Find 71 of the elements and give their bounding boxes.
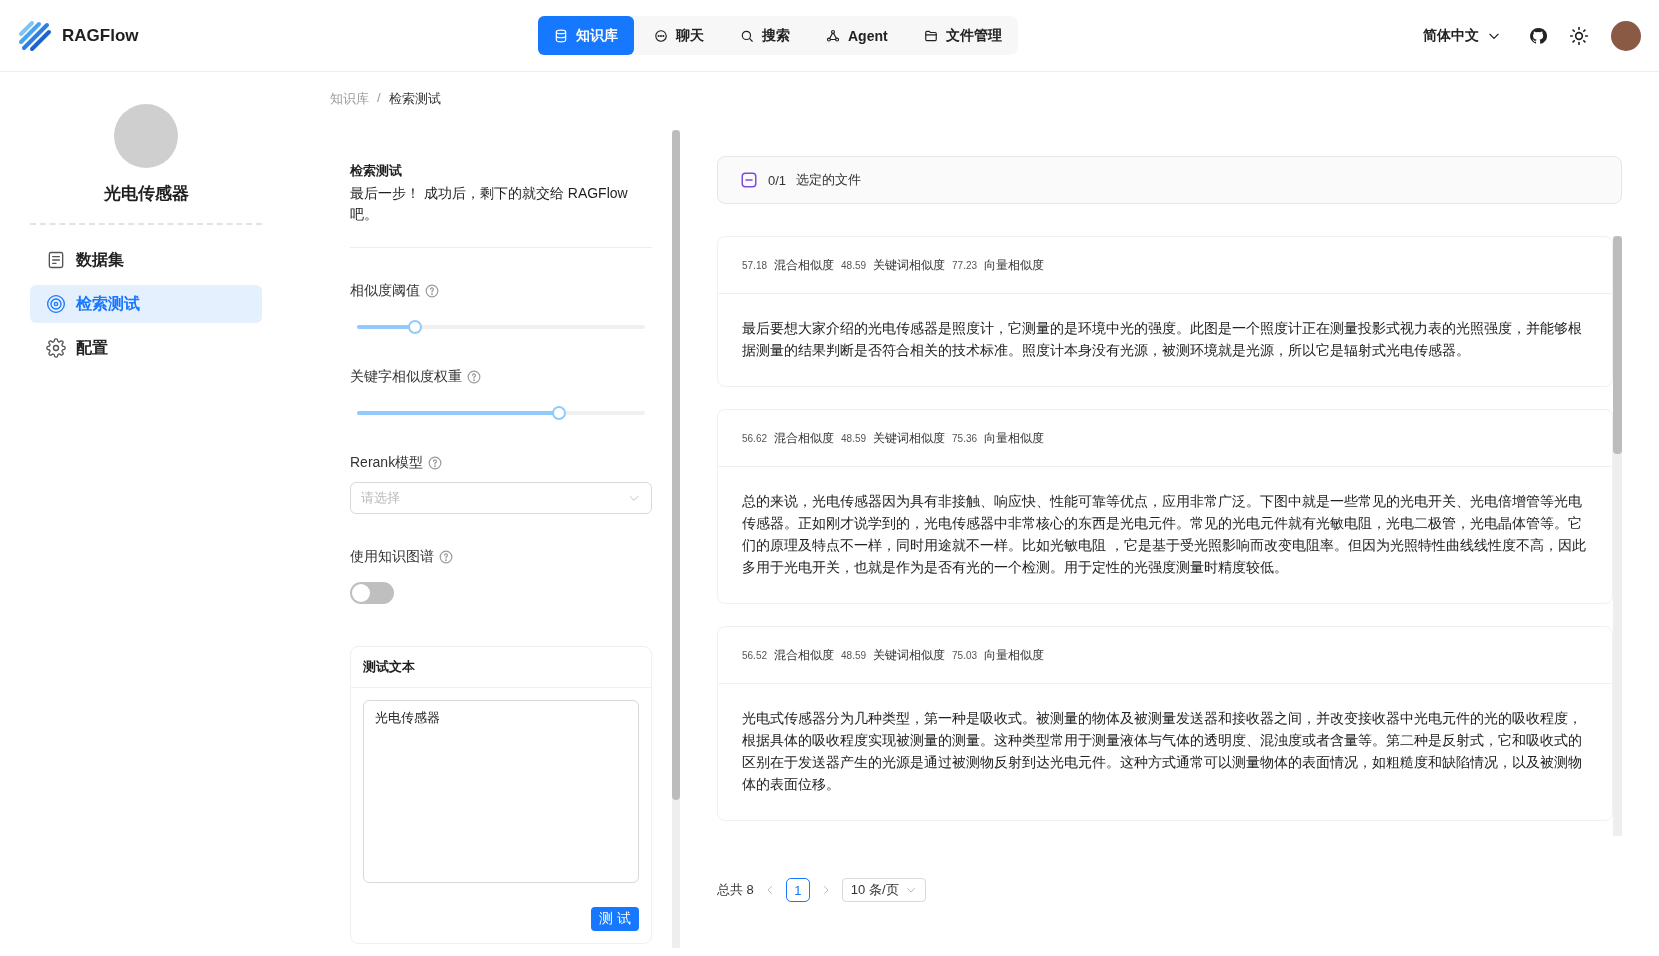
score-label: 向量相似度: [984, 429, 1045, 447]
chunk-text: 总的来说，光电传感器因为具有非接触、响应快、性能可靠等优点，应用非常广泛。下图中就是一些常见的光电开关、光电倍增管等光电传感器。正如刚才说学到的，光电传感器中非常核心的东西是光电元件。常见的光电元件就有光敏电阻，光电二极管，光电晶体管等。它们的原理及特点不一样，同时用途就不一样。比如光敏电阻 ，它是基于受光照影响而改变电阻率。但因为光照特性曲线线性度不高，因此多用于光电开关，也就是作为是否有光的一个检测。用于定性的光强度测量时精度较低。: [741, 493, 1587, 577]
score-label: 关键词相似度: [873, 429, 946, 447]
page-size-select[interactable]: 10 条/页: [841, 878, 926, 902]
document-icon: [46, 250, 66, 270]
card-title: 测试文本: [351, 647, 651, 688]
app-name: RAGFlow: [62, 25, 139, 46]
nav-tab[interactable]: 聊天: [638, 16, 720, 55]
database-icon: [554, 28, 568, 43]
field-label: 相似度阈值: [350, 282, 420, 300]
select-placeholder: 请选择: [361, 489, 400, 507]
section-description: 最后一步！ 成功后，剩下的就交给 RAGFlow 吧。: [350, 183, 652, 248]
score-value: 75.36: [952, 432, 978, 444]
sidebar-item[interactable]: 检索测试: [30, 285, 262, 323]
logo-icon: [18, 19, 52, 52]
slider-thumb[interactable]: [551, 406, 566, 420]
dataset-name: 光电传感器: [103, 183, 189, 205]
field-label: Rerank模型: [350, 454, 424, 472]
help-icon: [425, 284, 439, 298]
score-value: 56.52: [742, 649, 768, 661]
test-button[interactable]: 测 试: [591, 907, 639, 931]
breadcrumb-item: 检索测试: [388, 90, 441, 108]
field-label: 使用知识图谱: [350, 548, 434, 566]
chunk-text: 最后要想大家介绍的光电传感器是照度计，它测量的是环境中光的强度。此图是一个照度计正在测量投影式视力表的光照强度，并能够根据测量的结果判断是否符合相关的技术标准。照度计本身没有光源，被测环境就是光源，所以它是辐射式光电传感器。: [741, 320, 1583, 360]
language-select[interactable]: 简体中文: [1417, 25, 1507, 46]
score-label: 混合相似度: [774, 429, 835, 447]
nav-tab[interactable]: Agent: [810, 16, 904, 55]
score-label: 向量相似度: [984, 646, 1045, 664]
chat-icon: [654, 28, 668, 43]
score-value: 57.18: [742, 259, 768, 271]
help-icon: [428, 456, 443, 470]
slider-thumb[interactable]: [407, 320, 422, 334]
field-label: 关键字相似度权重: [350, 368, 462, 386]
page-button[interactable]: 1: [785, 878, 810, 902]
target-icon: [46, 294, 66, 314]
minus-checkbox-icon[interactable]: [740, 171, 758, 189]
score-label: 混合相似度: [774, 646, 835, 664]
test-text-input[interactable]: 光电传感器: [363, 700, 639, 883]
folder-icon: [923, 28, 938, 43]
selection-count: 0/1: [768, 172, 787, 188]
section-title: 检索测试: [350, 162, 403, 180]
user-avatar[interactable]: [1611, 20, 1641, 51]
score-label: 关键词相似度: [873, 256, 946, 274]
toggle-switch[interactable]: [350, 582, 394, 604]
settings-icon: [46, 338, 66, 358]
scrollbar-thumb[interactable]: [672, 130, 680, 800]
score-value: 56.62: [742, 432, 768, 444]
score-value: 48.59: [841, 259, 867, 271]
score-label: 向量相似度: [984, 256, 1045, 274]
score-value: 48.59: [841, 649, 867, 661]
nav-tab[interactable]: 知识库: [538, 16, 634, 55]
total-count: 总共 8: [717, 881, 754, 899]
nav-tab[interactable]: 文件管理: [907, 16, 1018, 55]
nodes-icon: [826, 28, 840, 43]
score-label: 关键词相似度: [873, 646, 946, 664]
sun-icon[interactable]: [1569, 25, 1589, 46]
score-value: 75.03: [952, 649, 978, 661]
help-icon: [467, 370, 481, 384]
github-icon[interactable]: [1529, 26, 1547, 45]
breadcrumb-separator: /: [377, 90, 381, 107]
score-label: 混合相似度: [774, 256, 835, 274]
score-value: 77.23: [952, 259, 978, 271]
selection-label: 选定的文件: [796, 171, 862, 189]
nav-tab[interactable]: 搜索: [724, 16, 806, 55]
scrollbar-thumb[interactable]: [1613, 236, 1622, 454]
sidebar-item[interactable]: 数据集: [30, 241, 262, 279]
score-value: 48.59: [841, 432, 867, 444]
search-icon: [740, 28, 754, 43]
sidebar-item[interactable]: 配置: [30, 329, 262, 367]
help-icon: [439, 550, 453, 564]
chunk-text: 光电式传感器分为几种类型，第一种是吸收式。被测量的物体及被测量发送器和接收器之间，并改变接收器中光电元件的光的吸收程度，根据具体的吸收程度实现被测量的测量。这种类型常用于测量液体与气体的透明度、混浊度或者含量等。第二种是反射式，它和吸收式的区别在于发送器产生的光源是通过被测物反射到达光电元件。这种方式通常可以测量物体的表面情况，如粗糙度和缺陷情况，以及被测物体的表面位移。: [741, 710, 1583, 794]
